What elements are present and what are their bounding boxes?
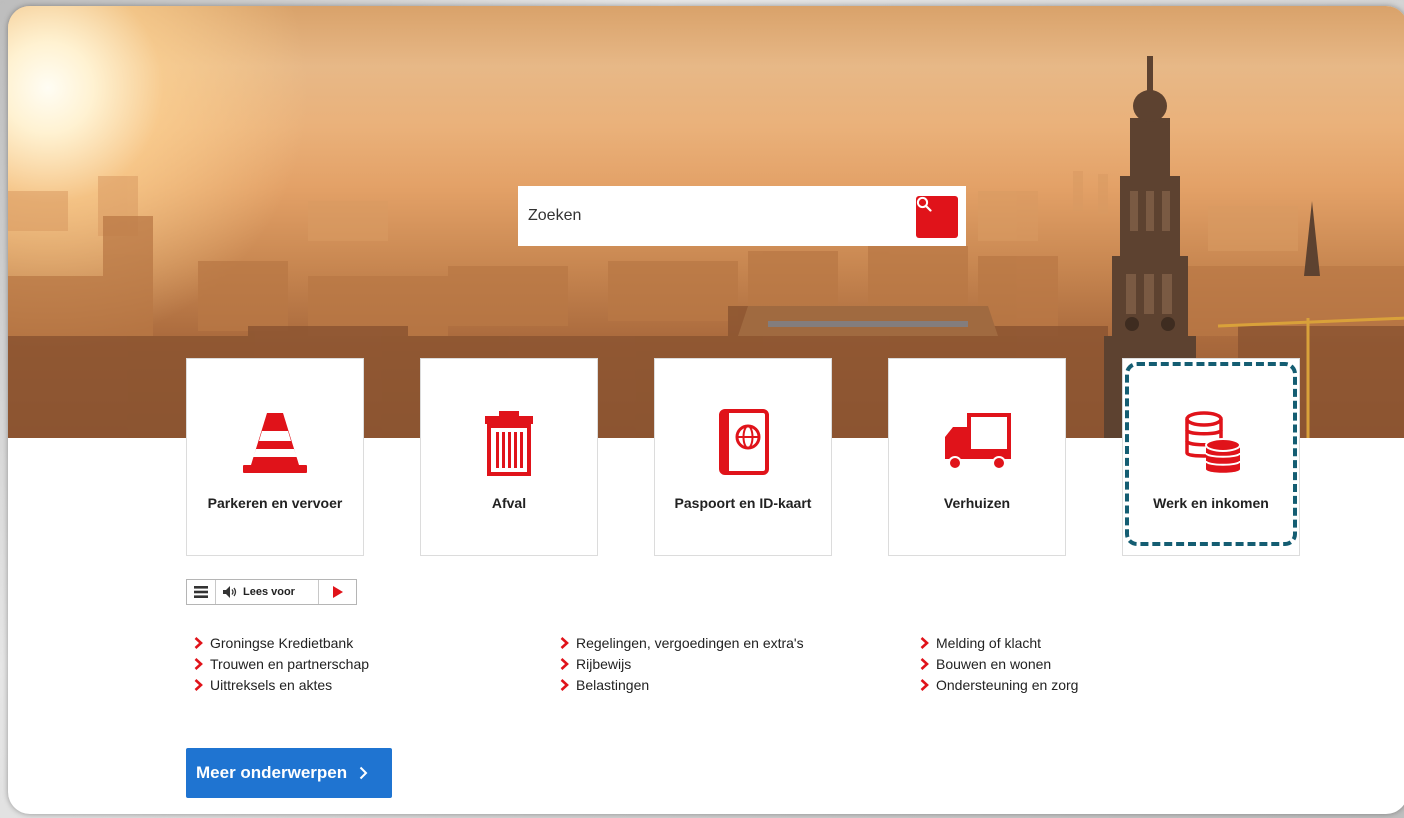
chevron-right-icon	[920, 657, 930, 670]
play-icon	[332, 586, 343, 598]
link-label: Melding of klacht	[936, 634, 1042, 651]
passport-icon	[719, 409, 769, 475]
chevron-right-icon	[194, 678, 204, 691]
link-trouwen-en-partnerschap[interactable]: Trouwen en partnerschap	[194, 653, 369, 674]
tile-verhuizen[interactable]: Verhuizen	[888, 358, 1066, 556]
link-groningse-kredietbank[interactable]: Groningse Kredietbank	[194, 632, 369, 653]
traffic-cone-icon	[243, 413, 307, 473]
play-button[interactable]	[319, 580, 356, 604]
moving-truck-icon	[945, 413, 1011, 470]
link-belastingen[interactable]: Belastingen	[560, 674, 804, 695]
link-melding-of-klacht[interactable]: Melding of klacht	[920, 632, 1078, 653]
search-input[interactable]	[518, 186, 908, 246]
chevron-right-icon	[194, 636, 204, 649]
search-button[interactable]	[916, 196, 958, 238]
chevron-right-icon	[560, 657, 570, 670]
tile-paspoort-en-id-kaart[interactable]: Paspoort en ID-kaart	[654, 358, 832, 556]
chevron-right-icon	[560, 678, 570, 691]
search-icon	[916, 196, 932, 212]
speaker-icon	[223, 586, 237, 598]
link-label: Bouwen en wonen	[936, 655, 1052, 672]
chevron-right-icon	[359, 766, 368, 780]
links-column-2: Regelingen, vergoedingen en extra's Rijb…	[560, 632, 804, 695]
tile-afval[interactable]: Afval	[420, 358, 598, 556]
link-label: Rijbewijs	[576, 655, 632, 672]
chevron-right-icon	[560, 636, 570, 649]
trash-can-icon	[485, 411, 533, 476]
link-rijbewijs[interactable]: Rijbewijs	[560, 653, 804, 674]
links-column-1: Groningse Kredietbank Trouwen en partner…	[194, 632, 369, 695]
page: Parkeren en vervoer Afval	[8, 6, 1404, 814]
link-ondersteuning-en-zorg[interactable]: Ondersteuning en zorg	[920, 674, 1078, 695]
lees-voor-button[interactable]: Lees voor	[216, 580, 319, 604]
meer-onderwerpen-button[interactable]: Meer onderwerpen	[186, 748, 392, 798]
tile-label: Paspoort en ID-kaart	[674, 495, 812, 511]
link-label: Belastingen	[576, 676, 650, 693]
tile-label: Verhuizen	[943, 495, 1011, 511]
link-label: Regelingen, vergoedingen en extra's	[576, 634, 804, 651]
readspeaker-bar: Lees voor	[186, 579, 357, 605]
link-label: Ondersteuning en zorg	[936, 676, 1079, 693]
menu-icon	[194, 586, 208, 598]
link-bouwen-en-wonen[interactable]: Bouwen en wonen	[920, 653, 1078, 674]
meer-onderwerpen-label: Meer onderwerpen	[196, 763, 348, 782]
chevron-right-icon	[920, 678, 930, 691]
lees-voor-label: Lees voor	[243, 586, 295, 598]
focus-highlight	[1125, 362, 1297, 546]
chevron-right-icon	[194, 657, 204, 670]
search-box	[518, 186, 966, 246]
link-label: Uittreksels en aktes	[210, 676, 333, 693]
tile-label: Afval	[491, 495, 527, 511]
tile-parkeren-en-vervoer[interactable]: Parkeren en vervoer	[186, 358, 364, 556]
link-label: Trouwen en partnerschap	[210, 655, 370, 672]
link-label: Groningse Kredietbank	[210, 634, 354, 651]
links-column-3: Melding of klacht Bouwen en wonen Onders…	[920, 632, 1078, 695]
readspeaker-menu-button[interactable]	[187, 580, 216, 604]
tile-label: Parkeren en vervoer	[207, 495, 343, 511]
chevron-right-icon	[920, 636, 930, 649]
link-regelingen[interactable]: Regelingen, vergoedingen en extra's	[560, 632, 804, 653]
link-uittreksels-en-aktes[interactable]: Uittreksels en aktes	[194, 674, 369, 695]
